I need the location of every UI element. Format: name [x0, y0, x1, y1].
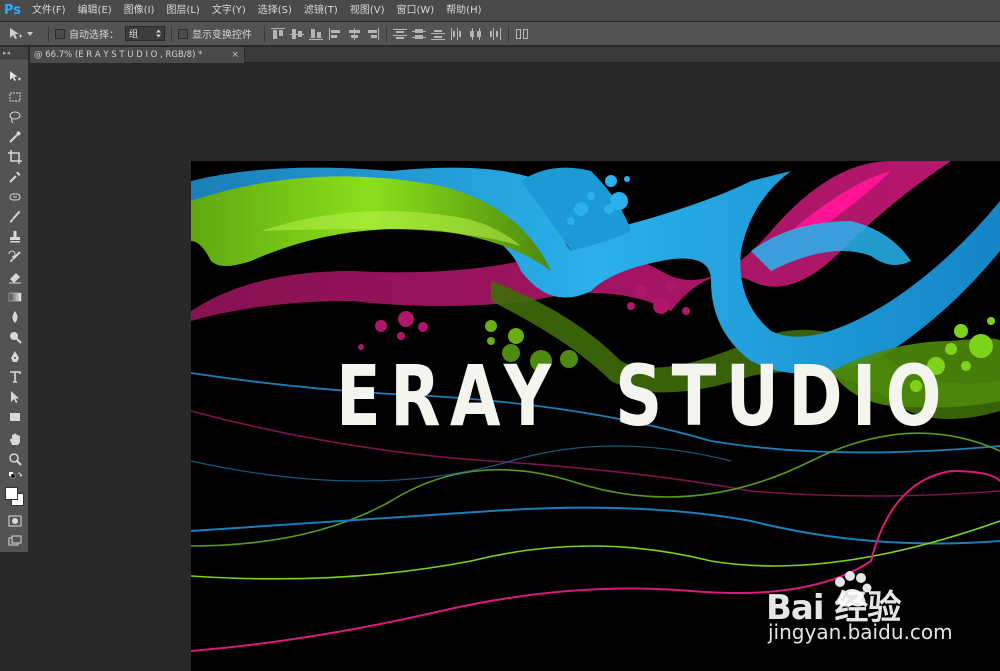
menu-image[interactable]: 图像(I): [118, 0, 161, 22]
menu-bar: Ps 文件(F) 编辑(E) 图像(I) 图层(L) 文字(Y) 选择(S) 滤…: [0, 0, 1000, 22]
distribute-top-icon[interactable]: [393, 28, 407, 40]
tools-panel: ▸◂: [0, 47, 29, 552]
align-vertical-centers-icon[interactable]: [290, 28, 304, 40]
menu-view[interactable]: 视图(V): [344, 0, 391, 22]
menu-edit[interactable]: 编辑(E): [72, 0, 118, 22]
rectangular-marquee-icon[interactable]: [5, 89, 25, 105]
pen-tool-icon[interactable]: [5, 349, 25, 365]
auto-select-label: 自动选择：: [69, 30, 119, 41]
hand-tool-icon[interactable]: [5, 431, 25, 447]
distribute-left-icon[interactable]: [450, 27, 464, 40]
foreground-color-swatch[interactable]: [5, 487, 18, 500]
zoom-tool-icon[interactable]: [5, 451, 25, 467]
quick-selection-icon[interactable]: [5, 129, 25, 145]
align-top-edges-icon[interactable]: [271, 27, 285, 40]
show-transform-checkbox[interactable]: [178, 28, 188, 39]
separator: [386, 25, 387, 42]
distribute-bottom-icon[interactable]: [431, 28, 445, 40]
separator: [264, 25, 265, 42]
eraser-tool-icon[interactable]: [5, 269, 25, 285]
options-bar: 自动选择： 组 显示变换控件: [0, 22, 1000, 46]
document-tab[interactable]: @ 66.7% (E R A Y S T U D I O , RGB/8) * …: [30, 47, 245, 63]
tool-preset-picker[interactable]: [8, 25, 42, 43]
headline-word-eray: ERAY: [336, 347, 561, 445]
distribute-buttons: [393, 27, 502, 40]
artwork-headline: ERAY STUDIO: [223, 354, 941, 438]
screen-mode-icon[interactable]: [5, 533, 25, 549]
document-tab-bar: @ 66.7% (E R A Y S T U D I O , RGB/8) * …: [30, 47, 1000, 63]
auto-select-dropdown[interactable]: 组: [125, 26, 165, 41]
lasso-tool-icon[interactable]: [5, 109, 25, 125]
gradient-tool-icon[interactable]: [5, 289, 25, 305]
menu-help[interactable]: 帮助(H): [440, 0, 487, 22]
rectangle-tool-icon[interactable]: [5, 409, 25, 425]
spot-healing-brush-icon[interactable]: [5, 189, 25, 205]
panel-grip[interactable]: ▸◂: [0, 47, 28, 59]
brush-tool-icon[interactable]: [5, 209, 25, 225]
history-brush-icon[interactable]: [5, 249, 25, 265]
baidu-url-text: jingyan.baidu.com: [768, 620, 953, 644]
align-bottom-edges-icon[interactable]: [309, 28, 323, 40]
baidu-watermark: Bai 经验 jingyan.baidu.com: [760, 565, 960, 655]
move-tool-icon[interactable]: [5, 69, 25, 85]
menu-select[interactable]: 选择(S): [252, 0, 298, 22]
auto-select-value: 组: [129, 30, 139, 40]
align-right-edges-icon[interactable]: [366, 27, 380, 40]
color-swatches[interactable]: [3, 485, 27, 507]
crop-tool-icon[interactable]: [5, 149, 25, 165]
separator: [171, 25, 172, 42]
menu-filter[interactable]: 滤镜(T): [298, 0, 344, 22]
document-tab-title: @ 66.7% (E R A Y S T U D I O , RGB/8) *: [34, 50, 203, 60]
close-tab-icon[interactable]: ×: [231, 47, 239, 63]
distribute-horizontal-centers-icon[interactable]: [469, 27, 483, 40]
clone-stamp-icon[interactable]: [5, 229, 25, 245]
quick-mask-icon[interactable]: [5, 513, 25, 529]
align-buttons: [271, 27, 380, 40]
align-left-edges-icon[interactable]: [328, 27, 342, 40]
updown-arrows-icon: [156, 29, 161, 38]
distribute-vertical-centers-icon[interactable]: [412, 28, 426, 40]
default-colors-icon[interactable]: [5, 471, 25, 481]
align-horizontal-centers-icon[interactable]: [347, 27, 361, 40]
auto-select-checkbox[interactable]: [55, 28, 65, 39]
blur-tool-icon[interactable]: [5, 309, 25, 325]
menu-type[interactable]: 文字(Y): [206, 0, 252, 22]
eyedropper-icon[interactable]: [5, 169, 25, 185]
separator: [508, 25, 509, 42]
menu-layer[interactable]: 图层(L): [160, 0, 205, 22]
type-tool-icon[interactable]: [5, 369, 25, 385]
move-tool-icon: [10, 27, 22, 39]
paw-icon: [835, 571, 872, 607]
chevron-down-icon: [27, 31, 33, 36]
distribute-right-icon[interactable]: [488, 27, 502, 40]
path-selection-icon[interactable]: [5, 389, 25, 405]
show-transform-label: 显示变换控件: [192, 30, 252, 41]
separator: [48, 25, 49, 42]
menu-window[interactable]: 窗口(W): [390, 0, 440, 22]
menu-file[interactable]: 文件(F): [26, 0, 72, 22]
photoshop-logo[interactable]: Ps: [4, 0, 26, 22]
dodge-tool-icon[interactable]: [5, 329, 25, 345]
auto-align-layers-icon[interactable]: [515, 28, 529, 40]
headline-word-studio: STUDIO: [615, 347, 951, 445]
